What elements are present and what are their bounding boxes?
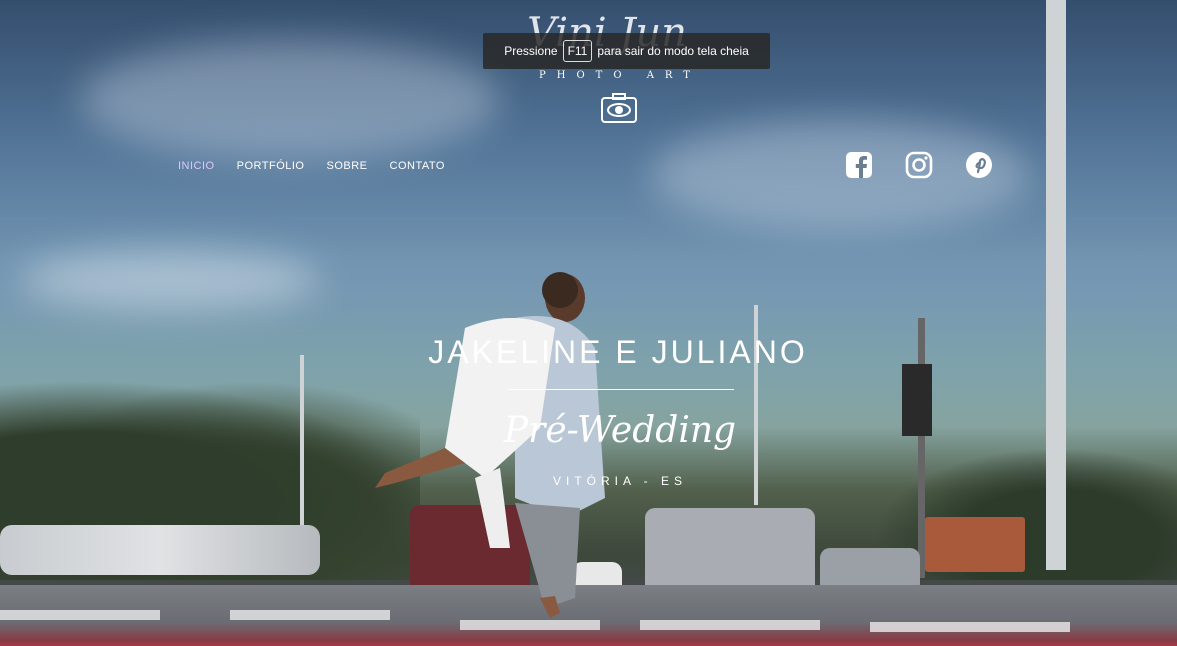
nav-item-contato[interactable]: CONTATO xyxy=(390,160,445,172)
fullscreen-notice-prefix: Pressione xyxy=(504,44,558,58)
main-nav: INICIO PORTFÓLIO SOBRE CONTATO xyxy=(178,160,445,172)
logo-subtitle: PHOTO ART xyxy=(539,70,701,81)
f11-key: F11 xyxy=(562,40,593,62)
facebook-icon[interactable] xyxy=(844,150,874,180)
fullscreen-notice-suffix: para sair do modo tela cheia xyxy=(597,44,749,58)
hero-location: VITÓRIA - ES xyxy=(552,474,687,488)
crosswalk-stripe xyxy=(0,610,160,620)
traffic-light xyxy=(902,364,932,436)
traffic-pole xyxy=(918,318,925,578)
instagram-icon[interactable] xyxy=(904,150,934,180)
hero-background-photo xyxy=(0,0,1177,646)
crosswalk-stripe xyxy=(640,620,820,630)
cloud xyxy=(80,40,500,160)
cloud xyxy=(20,250,320,310)
nav-item-portfolio[interactable]: PORTFÓLIO xyxy=(237,160,305,172)
hero-title: JAKELINE E JULIANO xyxy=(428,334,808,370)
car-grey xyxy=(820,548,920,588)
pinterest-icon[interactable] xyxy=(964,150,994,180)
hero-subtitle: Pré-Wedding xyxy=(503,410,737,451)
billboard xyxy=(925,517,1025,572)
nav-item-inicio[interactable]: INICIO xyxy=(178,160,215,172)
parked-cars xyxy=(0,525,320,575)
fullscreen-notice: Pressione F11 para sair do modo tela che… xyxy=(483,33,770,69)
street-pole xyxy=(1046,0,1066,570)
hero-divider xyxy=(508,389,734,390)
camera-eye-icon[interactable] xyxy=(601,93,637,123)
crosswalk-stripe xyxy=(870,622,1070,632)
nav-item-sobre[interactable]: SOBRE xyxy=(327,160,368,172)
